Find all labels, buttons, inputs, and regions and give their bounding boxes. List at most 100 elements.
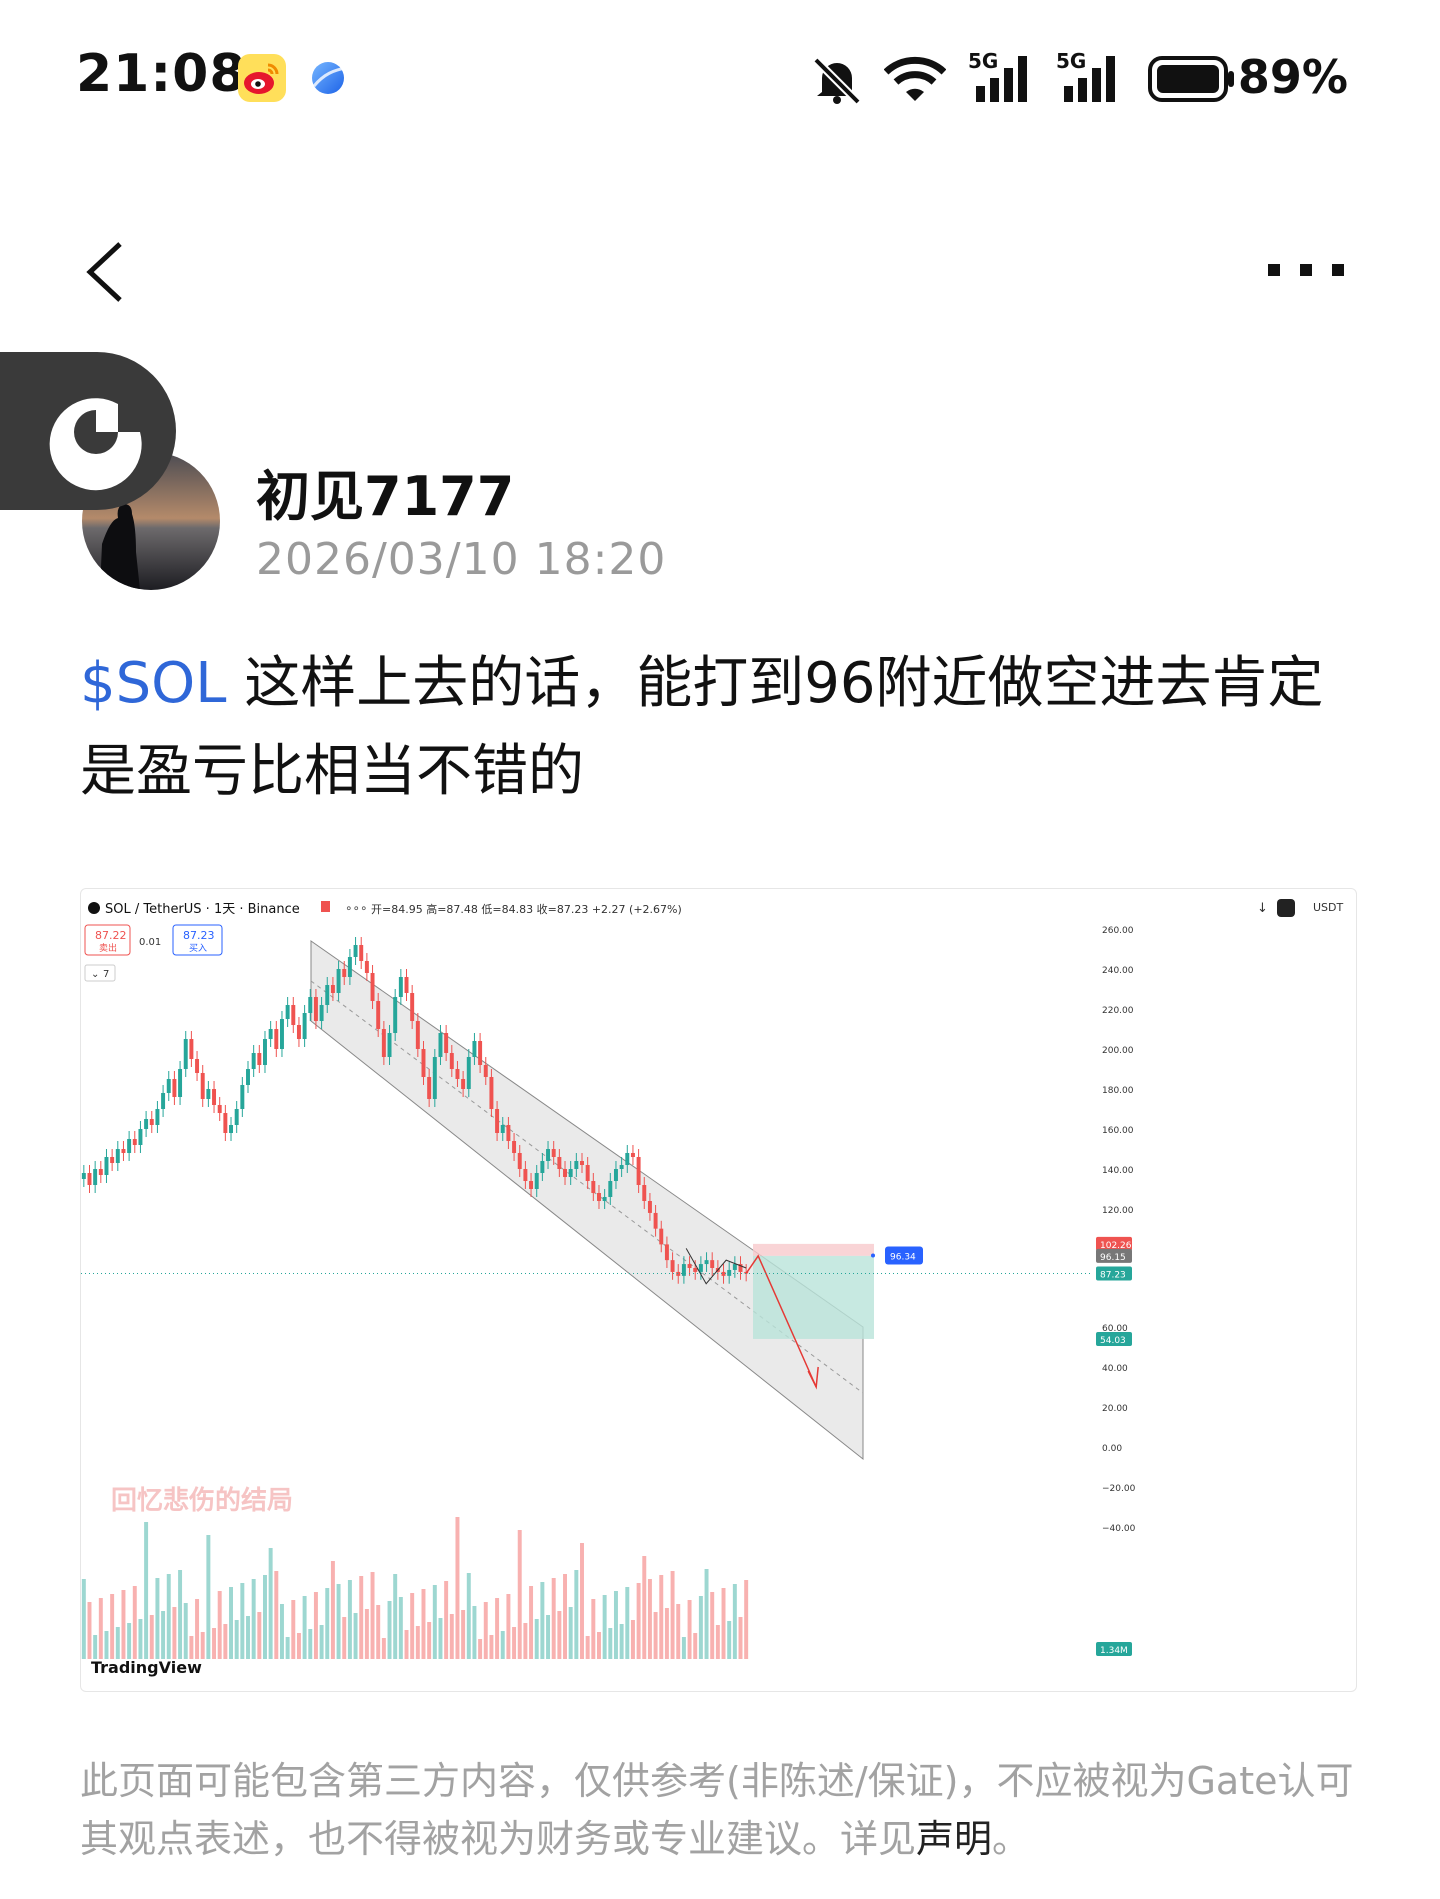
chart-currency: USDT	[1313, 901, 1344, 914]
volume-bar	[370, 1572, 375, 1659]
axis-tick-label: 40.00	[1102, 1364, 1128, 1374]
candle-body	[291, 1005, 296, 1025]
more-button[interactable]	[1268, 262, 1346, 278]
volume-bar	[540, 1582, 545, 1659]
volume-bar	[647, 1579, 652, 1659]
candle-body	[257, 1053, 262, 1065]
volume-bar	[223, 1624, 228, 1659]
candle-body	[115, 1149, 120, 1163]
volume-bar	[398, 1597, 403, 1659]
disclaimer-text: 此页面可能包含第三方内容，仅供参考(非陈述/保证)，不应被视为Gate认可其观点…	[80, 1759, 1354, 1861]
entry-marker-label: 96.15	[1100, 1253, 1126, 1263]
battery-percent: 89%	[1237, 50, 1348, 104]
candle-body	[597, 1193, 601, 1201]
author-name[interactable]: 初见7177	[256, 452, 514, 531]
candle-body	[421, 1049, 426, 1077]
candle-body	[381, 1029, 386, 1057]
volume-bar	[347, 1580, 352, 1659]
volume-bar	[602, 1595, 607, 1659]
candle-body	[523, 1169, 528, 1181]
post-time: 2026/03/10 18:20	[256, 534, 667, 585]
mute-icon	[808, 54, 866, 110]
chart-header: SOL / TetherUS · 1天 · Binance ∘∘∘ 开=84.9…	[84, 899, 1344, 982]
volume-bar	[364, 1609, 369, 1659]
tp-marker-label: 54.03	[1100, 1336, 1126, 1346]
volume-bar	[178, 1570, 183, 1659]
volume-bar	[432, 1585, 437, 1659]
candle-body	[155, 1109, 160, 1125]
candle-body	[540, 1161, 545, 1173]
candle-body	[727, 1269, 732, 1276]
statement-link[interactable]: 声明	[916, 1817, 992, 1861]
volume-bar	[302, 1596, 307, 1659]
back-button[interactable]	[82, 240, 130, 304]
candle-body	[693, 1268, 698, 1272]
axis-tick-label: 0.00	[1102, 1444, 1122, 1454]
volume-bar	[393, 1574, 398, 1659]
candle-body	[478, 1041, 483, 1065]
volume-bar	[704, 1569, 709, 1659]
volume-bars	[81, 1517, 749, 1659]
candle-body	[500, 1125, 505, 1133]
post-text: 这样上去的话，能打到96附近做空进去肯定是盈亏比相当不错的	[80, 651, 1324, 804]
chart-ohlc: 开=84.95 高=87.48 低=84.83 收=87.23 +2.27 (+…	[371, 902, 682, 916]
candle-body	[387, 1033, 392, 1057]
candle-body	[319, 1005, 324, 1021]
candle-body	[370, 973, 375, 1001]
candle-body	[681, 1264, 686, 1276]
candle-body	[698, 1264, 703, 1272]
candle-body	[206, 1089, 211, 1099]
download-icon[interactable]: ↓	[1257, 901, 1268, 916]
wifi-icon	[883, 56, 947, 106]
chart-more[interactable]: ∘∘∘	[345, 901, 368, 915]
volume-bar	[410, 1593, 415, 1659]
volume-bar	[500, 1631, 505, 1659]
volume-bar	[568, 1607, 573, 1659]
volume-bar	[653, 1612, 658, 1659]
indicator-toggle[interactable]	[84, 964, 116, 982]
candle-body	[546, 1149, 551, 1161]
volume-bar	[517, 1530, 522, 1659]
buy-label: 买入	[189, 943, 207, 954]
axis-tick-label: 240.00	[1102, 966, 1134, 976]
volume-bar	[144, 1522, 149, 1659]
candle-body	[223, 1113, 228, 1133]
candle-body	[296, 1025, 301, 1039]
ticker-link[interactable]: $SOL	[80, 651, 226, 716]
candle-body	[432, 1057, 437, 1099]
axis-tick-label: 220.00	[1102, 1006, 1134, 1016]
candle-body	[393, 997, 398, 1033]
browser-icon	[304, 54, 352, 102]
candle-body	[364, 961, 369, 973]
volume-bar	[642, 1556, 647, 1659]
volume-bar	[483, 1602, 488, 1659]
volume-bar	[625, 1587, 630, 1659]
volume-bar	[257, 1612, 262, 1659]
candle-body	[512, 1141, 517, 1153]
candle-body	[376, 1001, 381, 1029]
chart-image[interactable]: SOL / TetherUS · 1天 · Binance ∘∘∘ 开=84.9…	[80, 888, 1357, 1692]
sell-label: 卖出	[99, 942, 117, 954]
candle-body	[630, 1153, 635, 1157]
volume-bar	[461, 1610, 466, 1659]
candle-body	[659, 1228, 664, 1245]
volume-bar	[291, 1600, 296, 1659]
fullscreen-icon[interactable]	[1277, 899, 1295, 917]
volume-bar	[710, 1592, 715, 1659]
volume-bar	[246, 1616, 250, 1659]
candle-body	[653, 1212, 658, 1229]
candle-body	[81, 1173, 86, 1179]
candle-body	[585, 1165, 590, 1181]
candle-body	[710, 1260, 715, 1268]
candle-body	[195, 1059, 200, 1073]
volume-bar	[551, 1578, 556, 1659]
axis-tick-label: 260.00	[1102, 926, 1134, 936]
candle-body	[602, 1197, 607, 1201]
candle-body	[132, 1139, 137, 1145]
volume-bar	[580, 1543, 584, 1659]
volume-bar	[421, 1589, 426, 1659]
trade-zones	[753, 1243, 874, 1339]
volume-bar	[563, 1574, 567, 1659]
axis-tick-label: 180.00	[1102, 1086, 1134, 1096]
indicator-count: 7	[103, 969, 109, 980]
